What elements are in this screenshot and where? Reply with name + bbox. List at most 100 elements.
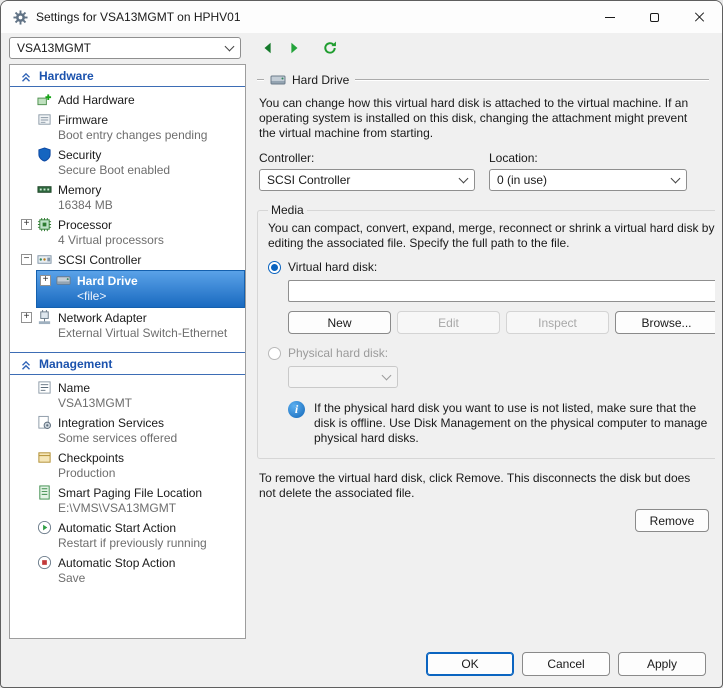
minimize-button[interactable]	[587, 1, 632, 33]
section-header-management: Management	[10, 353, 245, 375]
vm-selector-dropdown[interactable]: VSA13MGMT	[9, 37, 241, 59]
chevron-down-icon	[459, 174, 469, 184]
maximize-button[interactable]	[632, 1, 677, 33]
item-label: Automatic Stop Action	[58, 555, 175, 571]
chevron-down-icon	[225, 42, 235, 52]
virtual-disk-path-input[interactable]	[288, 280, 715, 302]
divider	[257, 79, 264, 81]
chevron-down-icon	[671, 174, 681, 184]
panel-header: Hard Drive	[257, 72, 709, 88]
controller-dropdown[interactable]: SCSI Controller	[259, 169, 475, 191]
expander-spacer	[21, 485, 37, 487]
expander-spacer	[21, 92, 37, 94]
item-sublabel: Restart if previously running	[58, 536, 207, 551]
back-arrow-icon	[261, 41, 275, 55]
new-button[interactable]: New	[288, 311, 391, 334]
sidebar-item-firmware[interactable]: FirmwareBoot entry changes pending	[10, 110, 245, 145]
integration-services-icon	[37, 415, 53, 431]
memory-icon	[37, 182, 53, 198]
item-text: Automatic Start ActionRestart if previou…	[58, 520, 207, 551]
item-text: Hard Drive<file>	[77, 273, 138, 304]
inspect-button: Inspect	[506, 311, 609, 334]
item-text: Add Hardware	[58, 92, 135, 108]
item-label: Firmware	[58, 112, 207, 128]
item-sublabel: VSA13MGMT	[58, 396, 132, 411]
expander-icon[interactable]: +	[40, 273, 56, 286]
location-value: 0 (in use)	[497, 173, 547, 187]
item-label: Smart Paging File Location	[58, 485, 202, 501]
edit-button: Edit	[397, 311, 500, 334]
item-text: CheckpointsProduction	[58, 450, 124, 481]
navigate-back-button[interactable]	[257, 37, 279, 59]
tree-section-management: Management NameVSA13MGMTIntegration Servi…	[10, 352, 245, 590]
physical-disk-dropdown	[288, 366, 398, 388]
item-sublabel: E:\VMS\VSA13MGMT	[58, 501, 202, 516]
item-label: SCSI Controller	[58, 252, 141, 268]
info-note: i If the physical hard disk you want to …	[288, 401, 715, 446]
media-group: Media You can compact, convert, expand, …	[257, 203, 715, 459]
sidebar-item-smart-paging-file-location[interactable]: Smart Paging File LocationE:\VMS\VSA13MG…	[10, 483, 245, 518]
sidebar-tree: Hardware Add Hardware FirmwareBoot entry c…	[10, 65, 245, 590]
close-button[interactable]	[677, 1, 722, 33]
navigate-forward-button[interactable]	[283, 37, 305, 59]
item-text: SecuritySecure Boot enabled	[58, 147, 170, 178]
virtual-hard-disk-radio[interactable]	[268, 261, 281, 274]
media-description: You can compact, convert, expand, merge,…	[268, 221, 715, 251]
remove-button[interactable]: Remove	[635, 509, 709, 532]
collapse-icon	[19, 357, 33, 371]
sidebar-item-name[interactable]: NameVSA13MGMT	[10, 378, 245, 413]
location-dropdown[interactable]: 0 (in use)	[489, 169, 687, 191]
checkpoints-icon	[37, 450, 53, 466]
section-items: Add Hardware FirmwareBoot entry changes p…	[10, 87, 245, 345]
expander-spacer	[21, 415, 37, 417]
sidebar-item-automatic-stop-action[interactable]: Automatic Stop ActionSave	[10, 553, 245, 588]
cancel-button[interactable]: Cancel	[522, 652, 610, 676]
expander-icon[interactable]: −	[21, 252, 37, 265]
expander-icon[interactable]: +	[21, 310, 37, 323]
physical-hard-disk-radio	[268, 347, 281, 360]
content-area: Hardware Add Hardware FirmwareBoot entry c…	[1, 64, 722, 645]
expander-icon[interactable]: +	[21, 217, 37, 230]
sidebar-item-add-hardware[interactable]: Add Hardware	[10, 90, 245, 110]
sidebar-item-automatic-start-action[interactable]: Automatic Start ActionRestart if previou…	[10, 518, 245, 553]
panel-title: Hard Drive	[292, 73, 349, 87]
ok-button[interactable]: OK	[426, 652, 514, 676]
window-title: Settings for VSA13MGMT on HPHV01	[36, 10, 587, 24]
hard-drive-icon	[56, 273, 72, 289]
browse-button[interactable]: Browse...	[615, 311, 715, 334]
chevron-down-icon	[382, 371, 392, 381]
minimize-icon	[605, 17, 615, 18]
item-text: FirmwareBoot entry changes pending	[58, 112, 207, 143]
expander-spacer	[21, 147, 37, 149]
sidebar-item-hard-drive[interactable]: + Hard Drive<file>	[36, 270, 245, 308]
info-text: If the physical hard disk you want to us…	[314, 401, 715, 446]
toolbar: VSA13MGMT	[1, 34, 722, 64]
processor-icon	[37, 217, 53, 233]
item-label: Hard Drive	[77, 273, 138, 289]
disk-actions-row: New Edit Inspect Browse...	[288, 311, 715, 334]
expander-spacer	[21, 450, 37, 452]
item-text: Memory16384 MB	[58, 182, 113, 213]
sidebar-item-processor[interactable]: +Processor4 Virtual processors	[10, 215, 245, 250]
refresh-button[interactable]	[319, 37, 341, 59]
sidebar-item-integration-services[interactable]: Integration ServicesSome services offere…	[10, 413, 245, 448]
auto-start-icon	[37, 520, 53, 536]
apply-button[interactable]: Apply	[618, 652, 706, 676]
divider	[355, 79, 709, 81]
tree-section-hardware: Hardware Add Hardware FirmwareBoot entry c…	[10, 65, 245, 345]
sidebar-item-network-adapter[interactable]: +Network AdapterExternal Virtual Switch-…	[10, 308, 245, 343]
sidebar-item-memory[interactable]: Memory16384 MB	[10, 180, 245, 215]
titlebar: Settings for VSA13MGMT on HPHV01	[1, 1, 722, 34]
sidebar-item-checkpoints[interactable]: CheckpointsProduction	[10, 448, 245, 483]
section-label: Hardware	[39, 69, 94, 83]
sidebar-item-scsi-controller[interactable]: − SCSI Controller	[10, 250, 245, 270]
physical-hard-disk-option: Physical hard disk:	[268, 346, 715, 360]
item-label: Add Hardware	[58, 92, 135, 108]
sidebar-item-security[interactable]: SecuritySecure Boot enabled	[10, 145, 245, 180]
item-text: Integration ServicesSome services offere…	[58, 415, 177, 446]
controller-location-row: Controller: SCSI Controller Location: 0 …	[259, 151, 709, 191]
item-sublabel: 16384 MB	[58, 198, 113, 213]
item-label: Security	[58, 147, 170, 163]
virtual-hard-disk-option[interactable]: Virtual hard disk:	[268, 260, 715, 274]
expander-spacer	[21, 112, 37, 114]
